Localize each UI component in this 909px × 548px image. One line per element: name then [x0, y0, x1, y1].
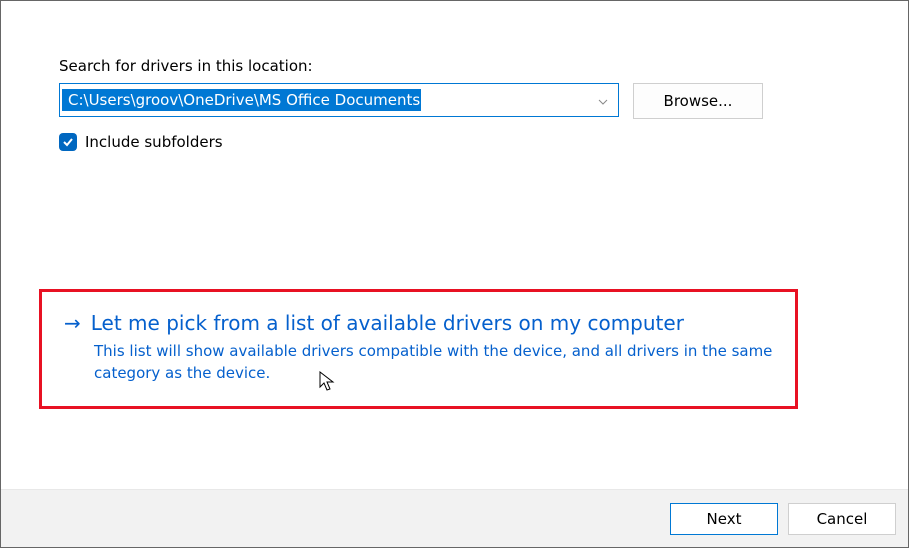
arrow-right-icon: → [64, 310, 81, 336]
dialog-footer: Next Cancel [1, 489, 908, 547]
chevron-down-icon [598, 91, 608, 109]
include-subfolders-label: Include subfolders [85, 133, 223, 151]
next-button[interactable]: Next [670, 503, 778, 535]
pick-from-list-description: This list will show available drivers co… [94, 340, 773, 384]
driver-path-value: C:\Users\groov\OneDrive\MS Office Docume… [62, 89, 421, 111]
include-subfolders-checkbox[interactable] [59, 133, 77, 151]
browse-button[interactable]: Browse... [633, 83, 763, 119]
pick-from-list-option[interactable]: → Let me pick from a list of available d… [39, 289, 798, 409]
driver-path-combobox[interactable]: C:\Users\groov\OneDrive\MS Office Docume… [59, 83, 619, 117]
search-location-label: Search for drivers in this location: [59, 57, 850, 75]
pick-from-list-title: Let me pick from a list of available dri… [91, 310, 684, 336]
cancel-button[interactable]: Cancel [788, 503, 896, 535]
